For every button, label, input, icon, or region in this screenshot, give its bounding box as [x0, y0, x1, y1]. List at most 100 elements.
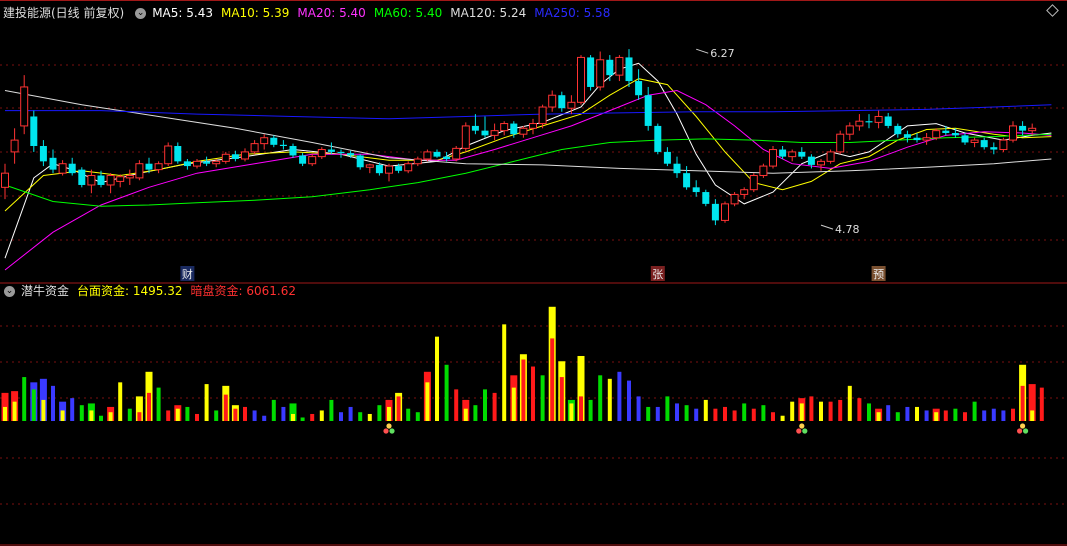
- indicator-bar-blue: [348, 406, 353, 421]
- candle-body: [635, 81, 643, 96]
- indicator-name: 潜牛资金: [21, 284, 70, 298]
- indicator-bar-blue: [617, 371, 622, 421]
- ma60-line: [4, 133, 1052, 207]
- candle: [471, 114, 479, 135]
- candle-body: [865, 121, 873, 123]
- indicator-bar-yellow: [425, 382, 430, 421]
- indicator-bar-red: [521, 359, 526, 421]
- indicator-bar-blue: [982, 410, 987, 421]
- candle-body: [644, 95, 652, 126]
- indicator-bar-green: [79, 405, 84, 421]
- indicator-bar-red: [243, 406, 247, 421]
- indicator-bar-green: [214, 410, 219, 421]
- candle: [365, 163, 374, 174]
- candle: [164, 142, 173, 167]
- candle-body: [471, 125, 479, 131]
- candle: [730, 192, 739, 207]
- signal-dot: [796, 428, 802, 434]
- chart-stage: 6.27 4.78 财 张 预: [0, 0, 1067, 546]
- candle-body: [20, 86, 29, 127]
- indicator-bar-yellow: [780, 415, 785, 421]
- candle: [999, 137, 1008, 152]
- candle: [10, 128, 19, 164]
- candle: [903, 130, 911, 143]
- candle-body: [443, 156, 451, 159]
- stock-title: 建投能源(日线 前复权): [3, 6, 125, 20]
- candle: [567, 95, 576, 115]
- candle: [327, 142, 335, 155]
- settings-chevron-icon[interactable]: ⌄: [135, 7, 147, 19]
- candle-body: [203, 161, 211, 164]
- candle: [635, 69, 643, 100]
- candle-body: [759, 165, 768, 177]
- candle-body: [299, 155, 307, 164]
- candle-body: [78, 169, 86, 185]
- candle-body: [961, 135, 969, 143]
- candle: [174, 142, 182, 164]
- grid-layer: [0, 0, 1067, 546]
- candle: [711, 199, 719, 226]
- indicator-bar-green: [895, 412, 900, 421]
- candle-body: [337, 151, 345, 154]
- candle: [702, 189, 710, 207]
- indicator-bar-green: [598, 375, 603, 421]
- candle: [49, 149, 57, 174]
- indicator-bar-green: [156, 387, 161, 421]
- indicator-bar-yellow: [799, 403, 804, 421]
- indicator-bar-blue: [70, 398, 75, 421]
- indicator-bar-green: [540, 375, 545, 421]
- candle-body: [529, 123, 537, 129]
- indicator-line1-label: 台面资金: 1495.32: [77, 284, 183, 298]
- signal-dot: [383, 428, 389, 434]
- price-annotation: 4.78: [835, 223, 860, 236]
- candle-body: [798, 151, 806, 157]
- candle: [836, 130, 845, 155]
- candle: [270, 135, 278, 148]
- candle: [759, 163, 768, 178]
- indicator-bar-green: [483, 389, 487, 421]
- candle-body: [730, 193, 739, 205]
- candle-body: [817, 160, 825, 166]
- candle-body: [894, 125, 902, 135]
- indicator-bar-red: [809, 396, 814, 421]
- candle-body: [874, 115, 883, 123]
- candle-body: [913, 137, 921, 141]
- indicator-bar-red: [1011, 408, 1015, 421]
- candle-body: [845, 125, 854, 135]
- candle-body: [1028, 127, 1037, 132]
- indicator-bar-red: [963, 412, 967, 421]
- candle: [308, 154, 317, 167]
- indicator-bar-red: [550, 338, 555, 421]
- candle: [289, 143, 297, 158]
- candle-body: [250, 143, 259, 153]
- indicator-bar-yellow: [60, 410, 65, 421]
- candle: [865, 114, 873, 129]
- candle: [558, 91, 566, 112]
- candle-body: [951, 133, 959, 136]
- candle-body: [1, 172, 9, 188]
- indicator-bar-red: [233, 408, 238, 421]
- indicator-bar-blue: [262, 415, 267, 421]
- indicator-bar-red: [195, 413, 199, 421]
- candlesticks-layer: [1, 49, 1037, 226]
- candle-body: [423, 151, 432, 160]
- candle-body: [587, 57, 595, 87]
- indicator-bar-red: [771, 412, 775, 421]
- candle-body: [884, 116, 892, 126]
- candle-body: [942, 130, 950, 134]
- indicator-bar-yellow: [319, 410, 324, 421]
- indicator-bar-yellow: [12, 401, 17, 421]
- indicator-bar-green: [22, 377, 27, 421]
- annotation-leader: [820, 224, 834, 230]
- candle-body: [289, 146, 297, 156]
- candle: [654, 123, 662, 155]
- candle: [116, 174, 125, 188]
- indicator-bar-blue: [675, 403, 679, 421]
- candle: [970, 137, 979, 148]
- candle: [404, 161, 413, 174]
- indicator-chevron-icon[interactable]: ⌄: [4, 285, 15, 297]
- candle: [548, 90, 557, 112]
- indicator-bar-green: [127, 408, 132, 421]
- candle-body: [385, 165, 393, 174]
- ma10-line: [4, 78, 1052, 212]
